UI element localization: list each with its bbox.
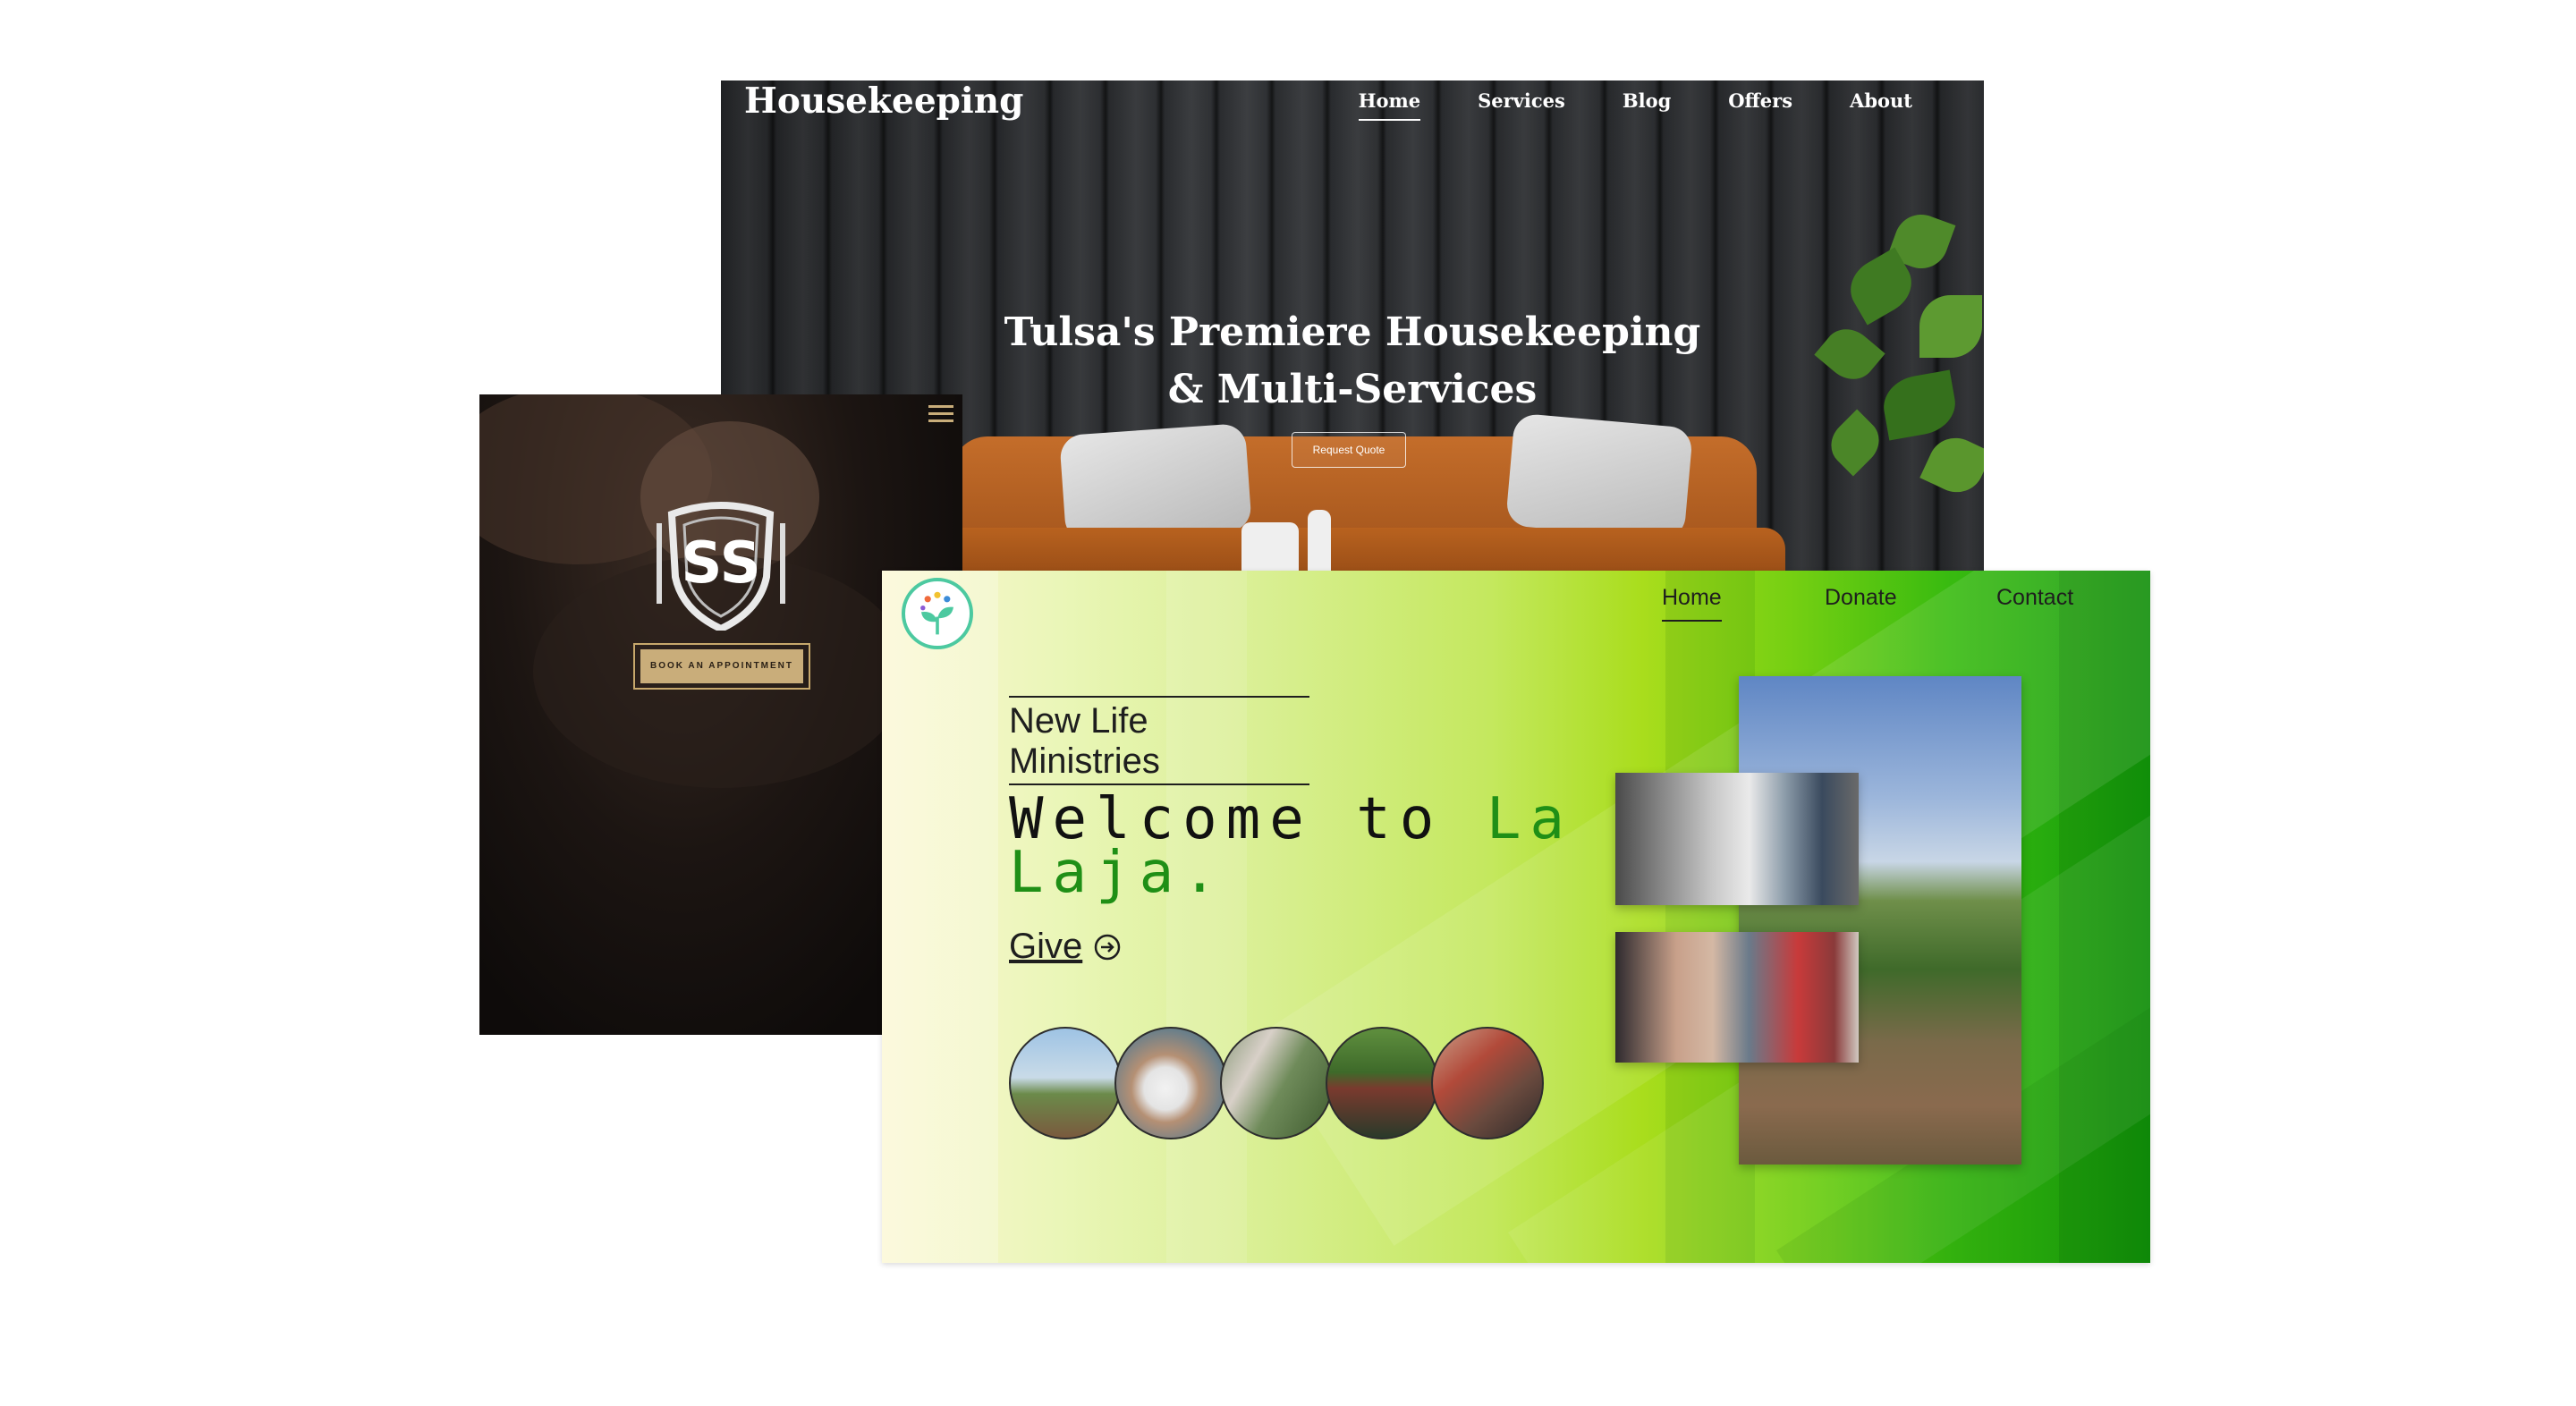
hero-heading-accent: La — [1486, 786, 1573, 852]
pillow-right — [1504, 412, 1694, 541]
nav-services[interactable]: Services — [1478, 89, 1565, 121]
brand-name: New Life Ministries — [1009, 696, 1309, 785]
site-logo[interactable]: Housekeeping — [744, 80, 1023, 122]
give-label: Give — [1009, 927, 1083, 966]
hero-heading-accent-line2: Laja. — [1009, 840, 1226, 906]
vase — [1241, 522, 1299, 571]
nav-home[interactable]: Home — [1662, 585, 1722, 622]
request-quote-button[interactable]: Request Quote — [1292, 432, 1406, 468]
nav-donate[interactable]: Donate — [1825, 585, 1897, 611]
svg-text:SS: SS — [681, 530, 760, 597]
sofa-seat — [927, 528, 1785, 571]
circle-photo[interactable] — [1114, 1027, 1227, 1139]
landscape-photo[interactable] — [1739, 676, 2021, 1165]
circle-photo[interactable] — [1220, 1027, 1333, 1139]
photo-circles — [1009, 1027, 1544, 1139]
la-laja-site-preview: Home Donate Contact New Life Ministries … — [882, 571, 2150, 1263]
circle-photo[interactable] — [1431, 1027, 1544, 1139]
hamburger-icon[interactable] — [928, 405, 953, 422]
hero-heading: Welcome to La Laja. — [1009, 791, 1573, 906]
hug-photo[interactable] — [1615, 773, 1859, 905]
main-nav: Home Donate Contact — [882, 580, 2150, 633]
pillow-left — [1059, 422, 1252, 544]
barber-crest-logo: SS — [657, 502, 785, 631]
book-appointment-label: BOOK AN APPOINTMENT — [640, 649, 803, 683]
nav-blog[interactable]: Blog — [1623, 89, 1671, 121]
book-appointment-button[interactable]: BOOK AN APPOINTMENT — [633, 643, 810, 690]
hero-headline-line1: Tulsa's Premiere Housekeeping — [1004, 309, 1701, 355]
vase — [1308, 510, 1331, 571]
children-photo[interactable] — [1615, 932, 1859, 1063]
nav-about[interactable]: About — [1850, 89, 1912, 121]
main-nav: Home Services Blog Offers About — [1358, 89, 1912, 121]
arrow-circle-icon — [1095, 934, 1121, 960]
circle-photo[interactable] — [1326, 1027, 1438, 1139]
bg-facet — [882, 571, 998, 1263]
circle-photo[interactable] — [1009, 1027, 1122, 1139]
nav-home[interactable]: Home — [1358, 89, 1421, 121]
nav-offers[interactable]: Offers — [1728, 89, 1792, 121]
nav-contact[interactable]: Contact — [1996, 585, 2073, 611]
bg-facet — [1166, 571, 1247, 1263]
give-link[interactable]: Give — [1009, 927, 1122, 967]
